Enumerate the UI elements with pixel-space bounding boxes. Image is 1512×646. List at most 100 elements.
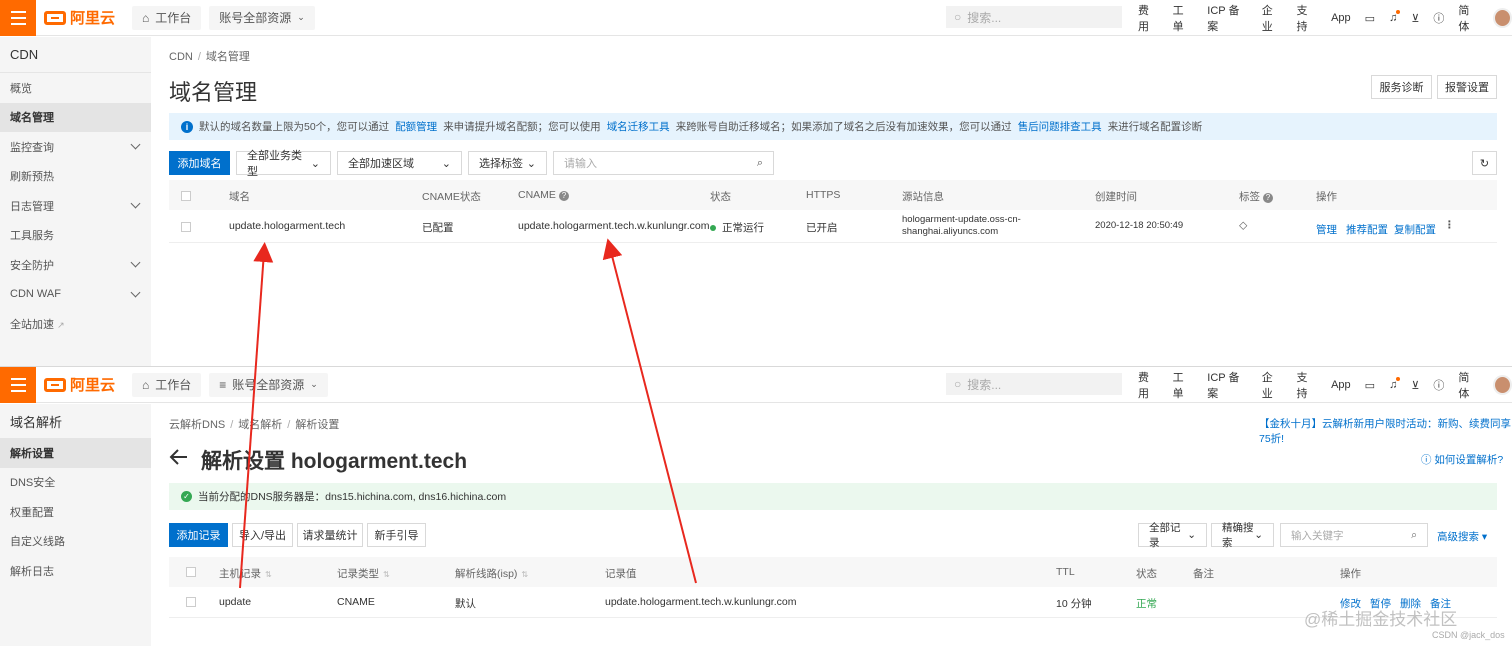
sidebar-item-weight-config[interactable]: 权重配置 (0, 497, 151, 527)
terminal-icon[interactable]: ▭ (1365, 379, 1375, 392)
nav-billing[interactable]: 费用 (1138, 369, 1159, 401)
sidebar-item-overview[interactable]: 概览 (0, 73, 151, 103)
business-type-select[interactable]: 全部业务类型 ⌄ (236, 150, 331, 178)
nav-support[interactable]: 支持 (1296, 2, 1317, 34)
watermark-small: CSDN @jack_dos (1432, 630, 1505, 640)
nav-enterprise[interactable]: 企业 (1262, 2, 1283, 34)
sidebar-item-dns-security[interactable]: DNS安全 (0, 468, 151, 498)
language-switch[interactable]: 简体 (1458, 369, 1479, 401)
sidebar-item-custom-line[interactable]: 自定义线路 (0, 527, 151, 557)
refresh-button[interactable]: ↻ (1472, 151, 1497, 175)
copy-config-link[interactable]: 复制配置 (1394, 222, 1436, 237)
nav-app[interactable]: App (1331, 379, 1351, 391)
avatar[interactable] (1493, 375, 1512, 395)
top-navbar: 阿里云 ⌂ 工作台 ≡ 账号全部资源 ⌄ ○ 搜索... 费用 工单 ICP 备案 企业… (0, 367, 1512, 403)
help-link[interactable]: ⓘ 如何设置解析? (1421, 452, 1503, 467)
select-all-checkbox[interactable] (186, 567, 196, 577)
import-export-button[interactable]: 导入/导出 (232, 523, 293, 547)
list-icon: ≡ (219, 377, 227, 392)
language-switch[interactable]: 简体 (1458, 2, 1479, 34)
search-mode-select[interactable]: 精确搜索 ⌄ (1211, 522, 1274, 549)
domain-search-input[interactable]: 请输入 ⌕ (553, 151, 774, 175)
col-ttl: TTL (1056, 566, 1075, 578)
quota-management-link[interactable]: 配额管理 (395, 119, 437, 134)
nav-billing[interactable]: 费用 (1138, 2, 1159, 34)
sidebar-item-monitoring[interactable]: 监控查询 (0, 132, 151, 162)
promo-link[interactable]: 【金秋十月】云解析新用户限时活动：新购、续费同享75折! (1259, 416, 1512, 446)
nav-icp[interactable]: ICP 备案 (1207, 2, 1248, 34)
terminal-icon[interactable]: ▭ (1365, 12, 1375, 25)
advanced-search-link[interactable]: 高级搜索 ▾ (1437, 529, 1487, 544)
help-icon[interactable]: ⓘ (1433, 10, 1444, 26)
sidebar-item-tools[interactable]: 工具服务 (0, 221, 151, 251)
sidebar-item-logs[interactable]: 日志管理 (0, 191, 151, 221)
avatar[interactable] (1493, 8, 1512, 28)
row-checkbox[interactable] (181, 222, 191, 232)
nav-tickets[interactable]: 工单 (1173, 2, 1194, 34)
nav-app[interactable]: App (1331, 12, 1351, 24)
record-filter-select[interactable]: 全部记录 ⌄ (1138, 522, 1207, 549)
nav-icp[interactable]: ICP 备案 (1207, 369, 1248, 401)
workbench-button[interactable]: ⌂ 工作台 (132, 5, 202, 30)
sidebar-item-domain-management[interactable]: 域名管理 (0, 102, 151, 132)
hamburger-menu-icon[interactable] (0, 367, 36, 403)
add-record-button[interactable]: 添加记录 (169, 523, 228, 547)
help-icon[interactable]: ? (558, 191, 569, 201)
aliyun-logo[interactable]: 阿里云 (44, 7, 124, 28)
sidebar-item-security[interactable]: 安全防护 (0, 250, 151, 280)
row-checkbox[interactable] (186, 597, 196, 607)
request-stats-button[interactable]: 请求量统计 (297, 523, 363, 547)
sidebar-item-cdn-waf[interactable]: CDN WAF (0, 280, 151, 310)
global-search-input[interactable]: ○ 搜索... (946, 373, 1122, 395)
select-all-checkbox[interactable] (181, 191, 191, 201)
tag-select[interactable]: 选择标签 ⌄ (468, 151, 547, 175)
workbench-button[interactable]: ⌂ 工作台 (132, 372, 202, 397)
check-circle-icon: ✓ (181, 491, 192, 502)
nav-enterprise[interactable]: 企业 (1262, 369, 1283, 401)
external-link-icon: ↗ (57, 319, 65, 330)
breadcrumb-dns[interactable]: 云解析DNS (169, 419, 225, 431)
cart-icon[interactable]: ⊻ (1411, 379, 1419, 392)
add-domain-button[interactable]: 添加域名 (169, 151, 230, 175)
sidebar-item-refresh[interactable]: 刷新预热 (0, 162, 151, 192)
bell-icon[interactable]: ♫ (1389, 10, 1401, 24)
nav-support[interactable]: 支持 (1296, 369, 1317, 401)
sidebar-item-resolve-settings[interactable]: 解析设置 (0, 438, 151, 468)
region-select[interactable]: 全部加速区域 ⌄ (337, 151, 462, 175)
col-line[interactable]: 解析线路(isp) ⇅ (455, 566, 528, 581)
more-icon[interactable]: ⋮ (1444, 219, 1455, 231)
nav-tickets[interactable]: 工单 (1173, 369, 1194, 401)
bell-icon[interactable]: ♫ (1389, 377, 1401, 391)
keyword-input[interactable]: 输入关键字 ⌕ (1280, 523, 1428, 547)
chevron-down-icon: ⌄ (297, 12, 305, 22)
help-icon[interactable]: ⓘ (1433, 377, 1444, 393)
service-diagnose-button[interactable]: 服务诊断 (1371, 75, 1432, 99)
help-icon[interactable]: ? (1263, 193, 1273, 203)
chevron-down-icon: ⌄ (310, 379, 318, 389)
cart-icon[interactable]: ⊻ (1411, 12, 1419, 25)
breadcrumb-domain-resolve[interactable]: 域名解析 (238, 419, 282, 431)
topbar-right-menu: 费用 工单 ICP 备案 企业 支持 App ▭ ♫ ⊻ ⓘ 简体 (1138, 367, 1512, 403)
account-resources-dropdown[interactable]: 账号全部资源 ⌄ (209, 5, 315, 30)
account-resources-dropdown[interactable]: ≡ 账号全部资源 ⌄ (209, 372, 328, 397)
manage-link[interactable]: 管理 (1316, 222, 1337, 237)
sidebar-item-resolve-log[interactable]: 解析日志 (0, 556, 151, 586)
guide-button[interactable]: 新手引导 (367, 523, 426, 547)
sidebar-item-dcdn[interactable]: 全站加速 ↗ (0, 309, 151, 339)
global-search-input[interactable]: ○ 搜索... (946, 6, 1122, 28)
col-type[interactable]: 记录类型 ⇅ (337, 566, 390, 581)
troubleshoot-tool-link[interactable]: 售后问题排查工具 (1018, 119, 1102, 134)
domain-migration-link[interactable]: 域名迁移工具 (607, 119, 670, 134)
search-icon: ○ (954, 10, 962, 24)
col-https: HTTPS (806, 189, 841, 201)
page-title: 域名管理 (169, 80, 258, 105)
back-arrow-icon[interactable] (169, 447, 189, 467)
tag-icon[interactable]: ⬦ (1239, 218, 1247, 233)
breadcrumb-cdn[interactable]: CDN (169, 51, 193, 63)
recommend-config-link[interactable]: 推荐配置 (1346, 222, 1388, 237)
col-host[interactable]: 主机记录 ⇅ (219, 566, 272, 581)
aliyun-logo[interactable]: 阿里云 (44, 374, 124, 395)
cell-origin: hologarment-update.oss-cn-shanghai.aliyu… (902, 214, 1021, 237)
hamburger-menu-icon[interactable] (0, 0, 36, 36)
alarm-settings-button[interactable]: 报警设置 (1437, 75, 1497, 99)
